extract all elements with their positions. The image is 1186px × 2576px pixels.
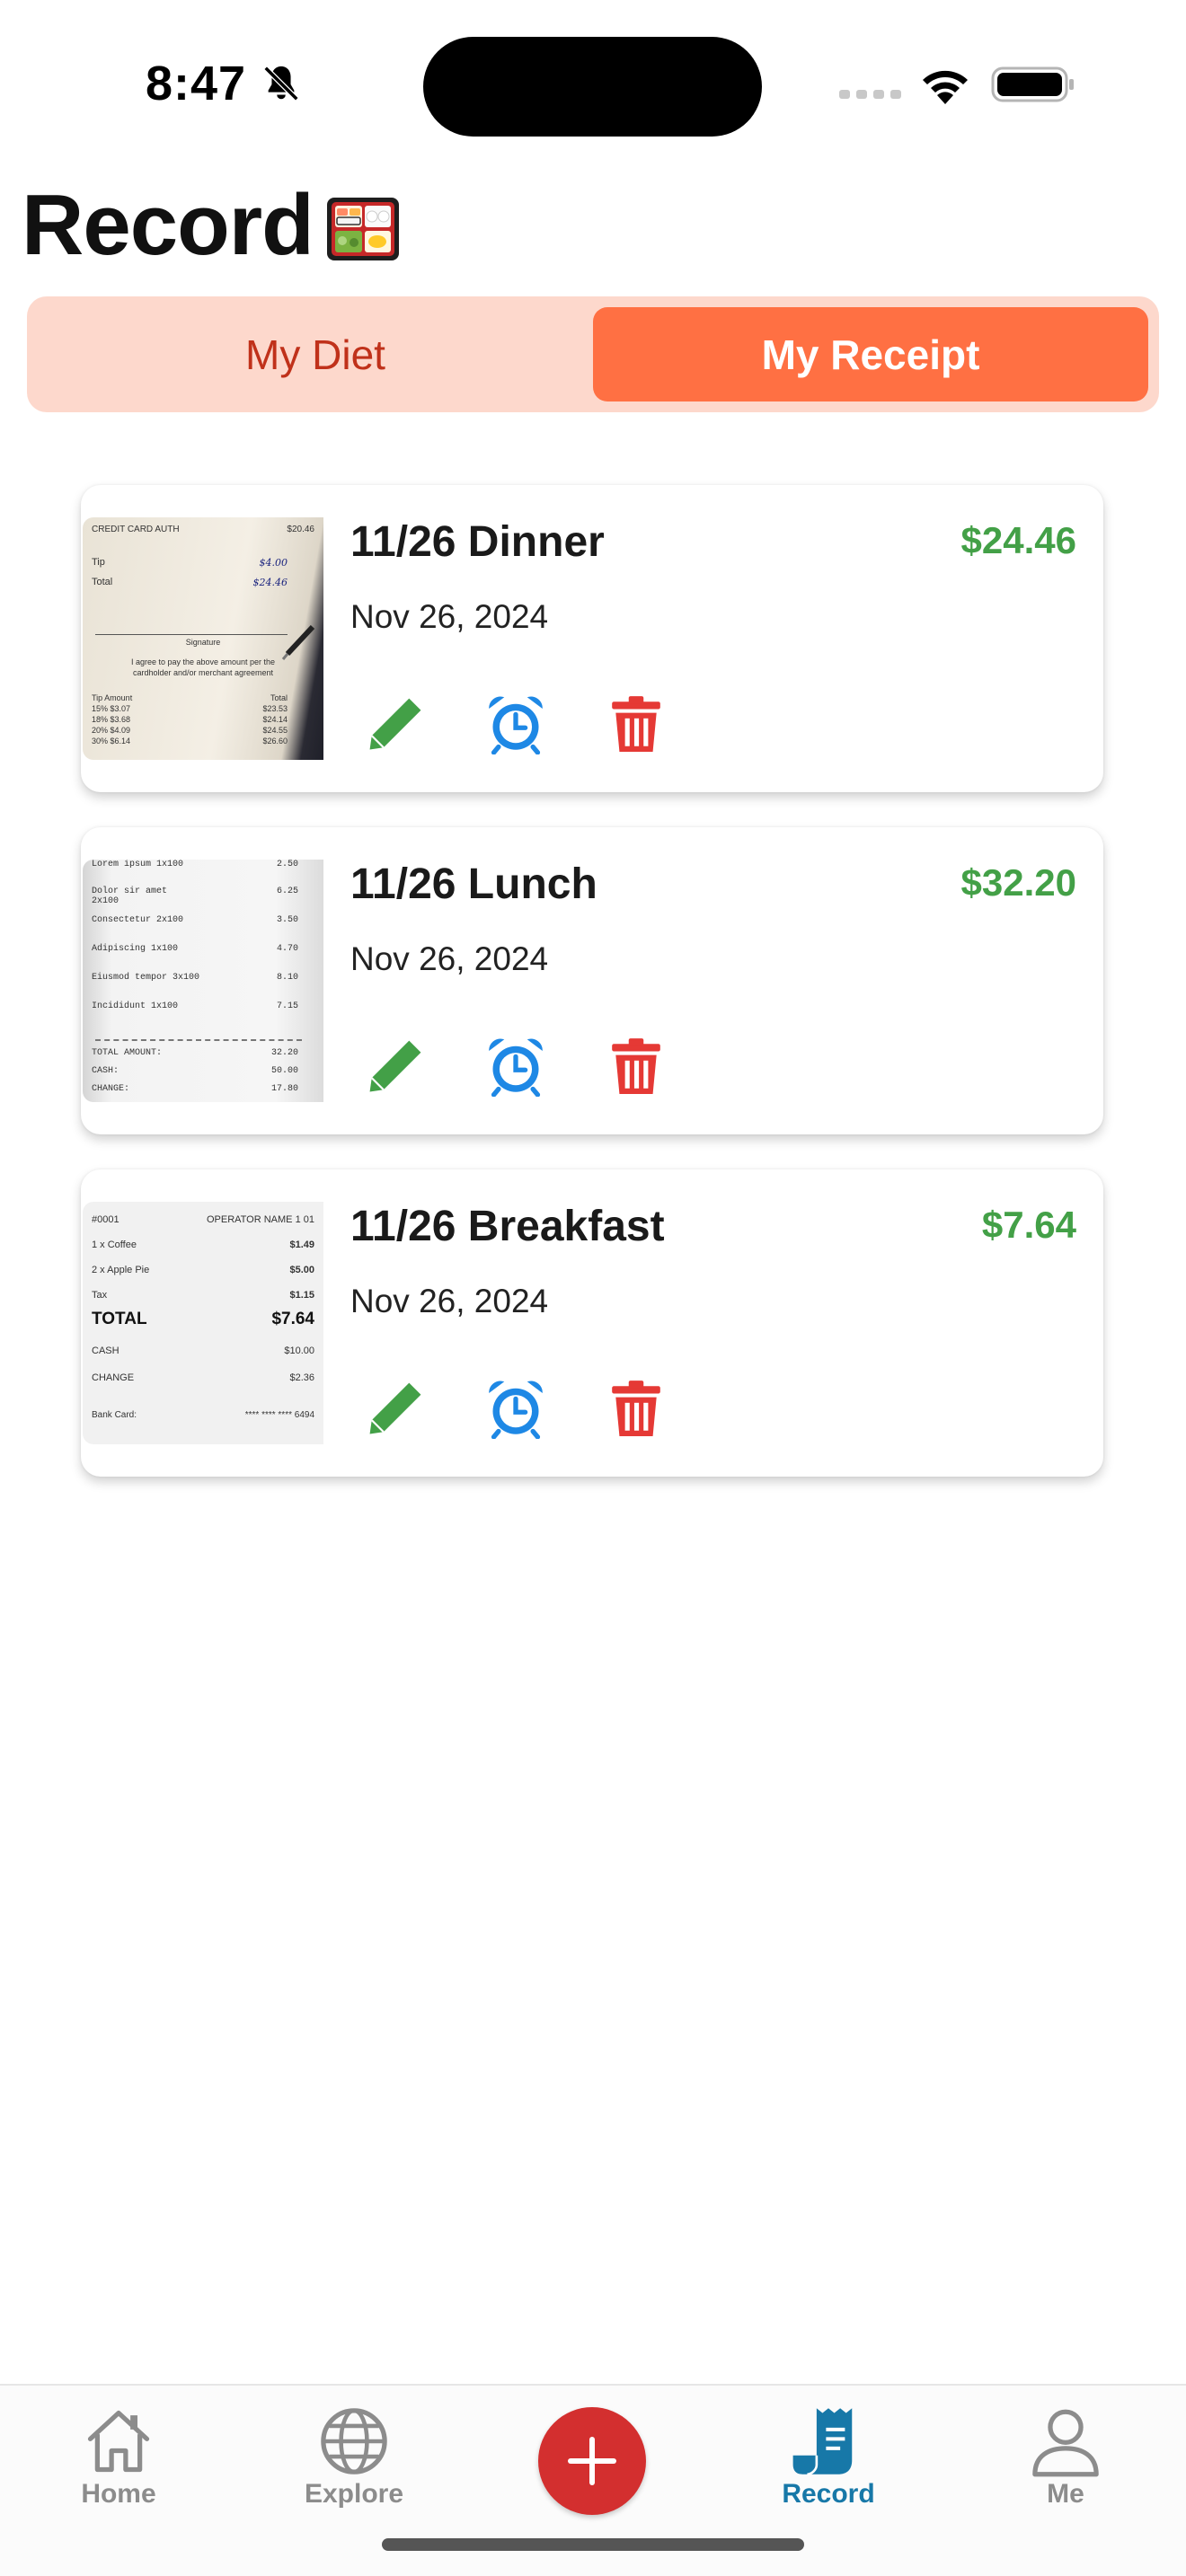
home-indicator	[382, 2538, 804, 2551]
delete-button[interactable]	[600, 1030, 672, 1102]
tab-me-label: Me	[1047, 2479, 1084, 2509]
tab-home[interactable]: Home	[29, 2404, 208, 2529]
receipt-line: Bank Card: **** **** **** 6494	[92, 1410, 314, 1420]
edit-button[interactable]	[359, 1030, 431, 1102]
edit-button[interactable]	[359, 688, 431, 760]
receipt-line: Tip $4.00	[92, 557, 288, 569]
receipt-line: Dolor sir amet 2x100 6.25	[92, 887, 298, 906]
reminder-button[interactable]	[480, 1372, 552, 1444]
pencil-icon	[369, 698, 421, 750]
receipt-thumbnail[interactable]: #0001 OPERATOR NAME 1 01 1 x Coffee $1.49 …	[83, 1202, 323, 1444]
receipt-line: 15% $3.07 $23.53	[92, 704, 288, 713]
receipt-amount: $7.64	[981, 1204, 1076, 1246]
tab-home-label: Home	[81, 2479, 156, 2509]
delete-button[interactable]	[600, 688, 672, 760]
receipt-line: Lorem ipsum 1x100 2.50	[92, 860, 298, 869]
receipt-line: CHANGE $2.36	[92, 1372, 314, 1383]
receipt-card[interactable]: #0001 OPERATOR NAME 1 01 1 x Coffee $1.49 …	[81, 1169, 1103, 1477]
plus-icon	[568, 2437, 616, 2485]
receipt-icon	[792, 2408, 853, 2476]
receipt-line: CREDIT CARD AUTH $20.46	[92, 525, 314, 534]
delete-button[interactable]	[600, 1372, 672, 1444]
receipt-date: Nov 26, 2024	[350, 1283, 549, 1319]
receipt-card[interactable]: Lorem ipsum 1x100 2.50 Dolor sir amet 2x1…	[81, 827, 1103, 1134]
tab-record[interactable]: Record	[739, 2404, 918, 2529]
dynamic-island	[423, 37, 762, 137]
pencil-icon	[369, 1040, 421, 1092]
tab-record-label: Record	[782, 2479, 875, 2509]
receipt-thumbnail[interactable]: CREDIT CARD AUTH $20.46 Tip $4.00 Total $24…	[83, 517, 323, 760]
receipt-line: 18% $3.68 $24.14	[92, 715, 288, 724]
wifi-icon	[923, 70, 968, 104]
alarm-clock-icon	[489, 1381, 543, 1439]
receipt-line: 1 x Coffee $1.49	[92, 1239, 314, 1250]
bell-slash-icon	[263, 66, 299, 101]
receipt-divider	[95, 1039, 302, 1041]
receipt-title: 11/26 Breakfast	[350, 1203, 665, 1250]
tab-explore-label: Explore	[304, 2479, 404, 2509]
receipt-date: Nov 26, 2024	[350, 940, 549, 977]
receipt-line: Consectetur 2x100 3.50	[92, 915, 298, 925]
alarm-clock-icon	[489, 696, 543, 754]
tab-my-diet[interactable]: My Diet	[38, 307, 593, 401]
receipt-line: TOTAL AMOUNT: 32.20	[92, 1048, 298, 1058]
receipt-line: TOTAL $7.64	[92, 1310, 314, 1328]
add-record-button[interactable]	[538, 2407, 646, 2515]
cellular-signal-icon	[839, 90, 901, 99]
receipt-line: CASH: 50.00	[92, 1066, 298, 1076]
receipt-line: 2 x Apple Pie $5.00	[92, 1265, 314, 1275]
receipt-title: 11/26 Dinner	[350, 518, 605, 566]
receipt-line: Tip Amount Total	[92, 693, 288, 702]
receipt-title: 11/26 Lunch	[350, 860, 597, 908]
receipt-line: CASH $10.00	[92, 1345, 314, 1356]
receipt-date: Nov 26, 2024	[350, 598, 549, 635]
receipt-thumbnail[interactable]: Lorem ipsum 1x100 2.50 Dolor sir amet 2x1…	[83, 860, 323, 1102]
page-title: Record	[22, 177, 314, 273]
bento-box-icon	[327, 198, 399, 260]
receipt-line: 30% $6.14 $26.60	[92, 737, 288, 745]
reminder-button[interactable]	[480, 1030, 552, 1102]
tab-me[interactable]: Me	[976, 2404, 1155, 2529]
tab-explore[interactable]: Explore	[264, 2404, 444, 2529]
receipt-line: Eiusmod tempor 3x100 8.10	[92, 973, 298, 983]
pen-icon	[281, 625, 315, 660]
record-type-segmented-control: My Diet My Receipt	[27, 296, 1159, 412]
battery-icon	[991, 66, 1074, 102]
receipt-line: #0001 OPERATOR NAME 1 01	[92, 1214, 314, 1225]
receipt-line: 20% $4.09 $24.55	[92, 726, 288, 735]
status-time: 8:47	[146, 57, 247, 110]
receipt-line: Total $24.46	[92, 577, 288, 588]
trash-icon	[612, 1381, 660, 1436]
receipt-line: Incididunt 1x100 7.15	[92, 1001, 298, 1011]
house-icon	[87, 2410, 150, 2473]
edit-button[interactable]	[359, 1372, 431, 1444]
receipt-line: cardholder and/or merchant agreement	[132, 668, 274, 677]
receipt-line: Tax $1.15	[92, 1290, 314, 1301]
receipt-amount: $32.20	[960, 861, 1076, 904]
receipt-line: Adipiscing 1x100 4.70	[92, 944, 298, 954]
tab-my-receipt[interactable]: My Receipt	[593, 307, 1148, 401]
status-bar: 8:47	[0, 0, 1186, 171]
signature-line	[95, 634, 288, 635]
receipt-line: CHANGE: 17.80	[92, 1084, 298, 1094]
globe-icon	[321, 2408, 387, 2475]
trash-icon	[612, 1038, 660, 1094]
alarm-clock-icon	[489, 1038, 543, 1097]
pencil-icon	[369, 1382, 421, 1434]
person-icon	[1032, 2409, 1099, 2477]
reminder-button[interactable]	[480, 688, 552, 760]
receipt-card[interactable]: CREDIT CARD AUTH $20.46 Tip $4.00 Total $24…	[81, 485, 1103, 792]
trash-icon	[612, 696, 660, 752]
receipt-amount: $24.46	[960, 519, 1076, 561]
